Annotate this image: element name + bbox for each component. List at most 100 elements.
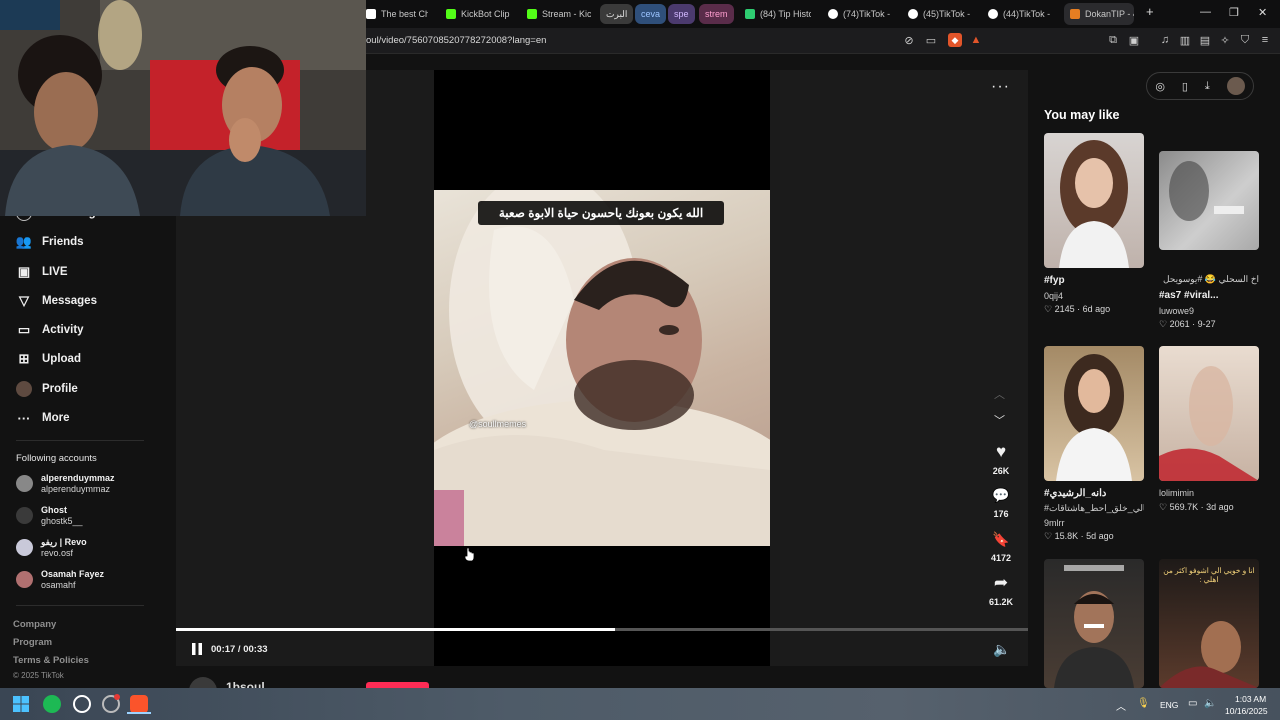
following-account[interactable]: Osamah Fayez osamahf <box>16 569 104 591</box>
suggested-video-thumbnail[interactable] <box>1044 133 1144 268</box>
download-icon[interactable]: ⤓ <box>1205 80 1210 93</box>
tab-group-chip[interactable]: ceva <box>635 4 667 24</box>
music-icon[interactable]: ♫ <box>1158 33 1172 47</box>
screenshot-icon[interactable]: ▣ <box>1127 33 1141 47</box>
device-icon[interactable]: ▯ <box>1182 80 1188 93</box>
sidebar-item-more[interactable]: ··· More <box>16 410 70 426</box>
card-subtitle: #مالي_خلق_احط_هاشتاقات <box>1044 503 1144 513</box>
card-meta: ♡ 2145 · 6d ago <box>1044 304 1111 314</box>
card-user[interactable]: 9mlrr <box>1044 518 1065 528</box>
card-date: 5d ago <box>1086 531 1114 541</box>
clock-time[interactable]: 1:03 AM <box>1235 694 1266 704</box>
clock-date[interactable]: 10/16/2025 <box>1225 706 1268 716</box>
sidebar-item-friends[interactable]: 👥 Friends <box>16 234 84 250</box>
close-icon[interactable]: ✕ <box>1258 6 1267 19</box>
suggested-video-thumbnail[interactable] <box>1044 346 1144 481</box>
video-scene-illustration <box>434 190 770 546</box>
windows-taskbar <box>0 688 1280 720</box>
vpn-shield-icon[interactable]: ⛉ <box>1238 33 1252 47</box>
card-user[interactable]: luwowe9 <box>1159 306 1194 316</box>
chevron-up-icon[interactable]: ︿ <box>994 386 1005 402</box>
tray-overflow-icon[interactable]: ︿ <box>1116 698 1126 713</box>
obs-icon[interactable] <box>73 695 91 713</box>
upload-icon: ⊞ <box>18 351 30 366</box>
tab-label: Stream - Kick <box>542 9 591 19</box>
card-likes: 15.8K <box>1054 531 1079 541</box>
sidebar-item-profile[interactable]: Profile <box>16 381 78 397</box>
sidebar-item-live[interactable]: ▣ LIVE <box>16 264 68 280</box>
card-subtitle: اخ السحلي 😂 #يوسويحل <box>1162 274 1259 284</box>
save-button[interactable]: 🔖 4172 <box>985 530 1017 563</box>
spotify-icon[interactable] <box>43 695 61 713</box>
card-title[interactable]: #fyp <box>1044 275 1065 286</box>
browser-tab[interactable]: KickBot Clip <box>446 3 510 25</box>
thumbnail-illustration <box>1159 366 1259 481</box>
volume-icon[interactable]: 🔈 <box>993 641 1010 658</box>
new-tab-button[interactable]: + <box>1146 4 1154 19</box>
no-tracking-icon[interactable]: ⊘ <box>902 33 916 47</box>
volume-tray-icon[interactable]: 🔈 <box>1204 698 1216 709</box>
suggested-video-thumbnail[interactable] <box>1044 559 1144 688</box>
browser-tab[interactable]: (44)TikTok - N <box>988 3 1052 25</box>
brave-shields-icon[interactable]: ◆ <box>948 33 962 47</box>
notification-badge <box>114 694 120 700</box>
browser-tab[interactable]: The best Cha <box>366 3 428 25</box>
browser-tab[interactable]: (45)TikTok - N <box>908 3 972 25</box>
webcam-overlay <box>0 0 366 216</box>
more-options-button[interactable]: ··· <box>991 78 1010 96</box>
microphone-icon[interactable]: 🎙 <box>1137 698 1150 709</box>
sidebar-item-label: LIVE <box>42 266 68 278</box>
card-title[interactable]: #as7 #viral... <box>1159 290 1219 301</box>
windows-start-icon[interactable] <box>13 696 29 712</box>
chevron-down-icon[interactable]: ﹀ <box>994 412 1005 428</box>
card-user[interactable]: lolimimin <box>1159 488 1194 498</box>
restore-icon[interactable]: ❐ <box>1229 6 1239 19</box>
comment-button[interactable]: 💬 176 <box>985 486 1017 519</box>
cast-icon[interactable]: ▭ <box>924 33 938 47</box>
sidebar-item-label: Messages <box>42 295 97 307</box>
avatar <box>16 571 33 588</box>
like-button[interactable]: ♥ 26K <box>985 443 1017 477</box>
menu-icon[interactable]: ≡ <box>1258 33 1272 47</box>
browser-tab[interactable]: (74)TikTok - N <box>828 3 892 25</box>
footer-link-program[interactable]: Program <box>13 637 52 648</box>
sidebar-item-upload[interactable]: ⊞ Upload <box>16 351 81 367</box>
tab-group-chip[interactable]: spe <box>668 4 695 24</box>
tiktok-favicon <box>988 9 998 19</box>
brave-browser-icon[interactable] <box>130 695 148 713</box>
card-title[interactable]: #دانه_الرشيدي <box>1044 488 1106 499</box>
suggested-video-thumbnail[interactable] <box>1159 346 1259 481</box>
messages-icon: ▽ <box>19 293 29 308</box>
network-icon[interactable]: ▭ <box>1188 698 1197 709</box>
footer-link-company[interactable]: Company <box>13 619 56 630</box>
card-user[interactable]: 0qij4 <box>1044 291 1063 301</box>
share-button[interactable]: ➦ 61.2K <box>985 574 1017 608</box>
video-progress-bar[interactable] <box>176 628 1028 631</box>
tab-group-chip[interactable]: strem <box>699 4 734 24</box>
following-account[interactable]: Ghost ghostk5__ <box>16 505 83 527</box>
card-date: 3d ago <box>1206 502 1234 512</box>
following-account[interactable]: alperenduymmaz alperenduymmaz <box>16 473 115 495</box>
browser-tab[interactable]: (84) Tip Histo <box>745 3 811 25</box>
suggested-video-thumbnail[interactable] <box>1159 151 1259 250</box>
minimize-icon[interactable]: — <box>1200 6 1211 18</box>
following-account[interactable]: ريفو | Revo revo.osf <box>16 537 87 559</box>
wallet-icon[interactable]: ▤ <box>1198 33 1212 47</box>
extensions-icon[interactable]: ⧉ <box>1106 33 1120 47</box>
footer-link-terms[interactable]: Terms & Policies <box>13 655 89 666</box>
tab-group-chip[interactable]: البرت <box>600 4 634 24</box>
avatar[interactable] <box>1226 77 1245 95</box>
url-text[interactable]: oul/video/7560708520778272008?lang=en <box>366 35 546 46</box>
browser-tab[interactable]: Stream - Kick <box>527 3 591 25</box>
sidebar-item-activity[interactable]: ▭ Activity <box>16 322 84 338</box>
sidebar-item-messages[interactable]: ▽ Messages <box>16 293 97 309</box>
leo-ai-icon[interactable]: ✧ <box>1218 33 1232 47</box>
browser-tab-active[interactable]: DokanTIP - 4 <box>1064 3 1134 25</box>
language-indicator[interactable]: ENG <box>1160 700 1178 710</box>
pause-button[interactable] <box>190 642 204 656</box>
video-frame[interactable] <box>434 190 770 546</box>
coins-icon[interactable]: ◎ <box>1155 80 1165 93</box>
following-accounts-title: Following accounts <box>16 453 97 464</box>
brave-rewards-icon[interactable]: ▲ <box>969 33 983 47</box>
sidebar-toggle-icon[interactable]: ▥ <box>1178 33 1192 47</box>
